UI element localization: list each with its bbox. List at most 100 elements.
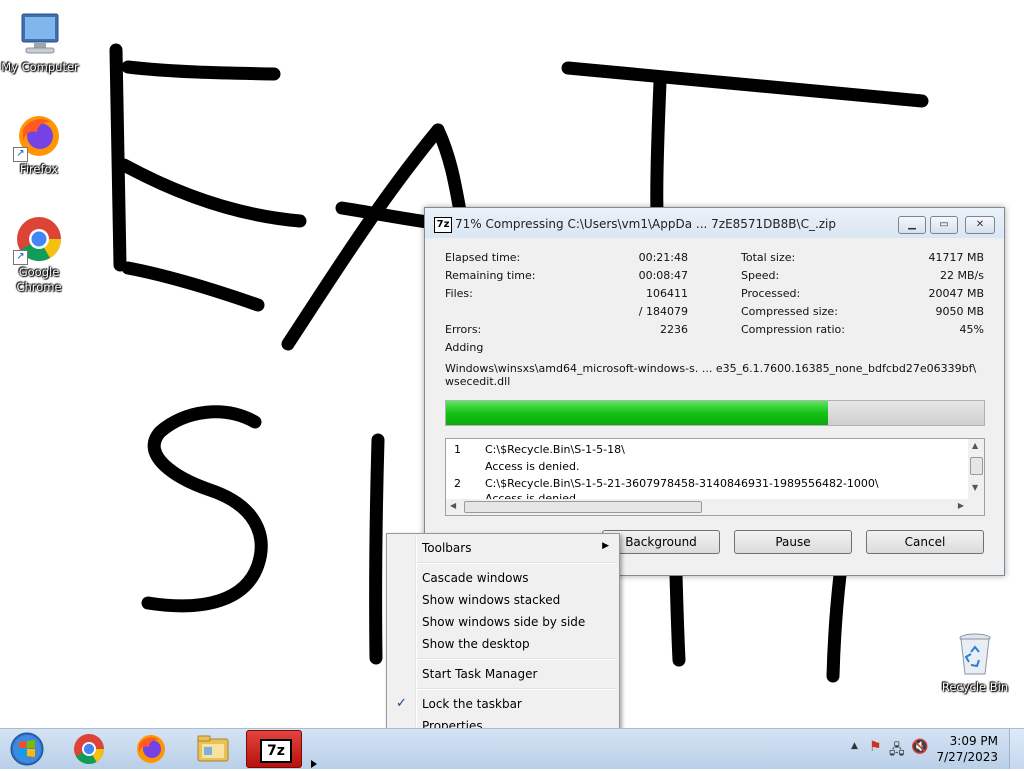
processed-label: Processed: <box>741 287 801 300</box>
horizontal-scrollbar[interactable]: ◀ ▶ <box>446 499 984 515</box>
menu-item-lock-the-taskbar[interactable]: ✓ Lock the taskbar <box>389 693 617 715</box>
operation-label: Adding <box>445 341 484 354</box>
errors-value: 2236 <box>660 323 688 336</box>
start-button[interactable] <box>6 730 48 768</box>
action-center-flag-icon[interactable]: ⚑ <box>869 739 882 755</box>
desktop-icon-my-computer[interactable]: My Computer <box>1 10 79 75</box>
menu-item-label: Cascade windows <box>422 571 529 585</box>
7zip-icon: 7z <box>434 217 452 233</box>
chrome-icon: ↗ <box>13 215 63 265</box>
menu-item-label: Toolbars <box>422 541 472 555</box>
menu-item-label: Show windows side by side <box>422 615 586 629</box>
system-tray[interactable]: ▲ ⚑ 🖧 🔇 3:09 PM 7/27/2023 <box>839 729 1024 769</box>
firefox-icon <box>137 735 165 763</box>
vertical-scrollbar[interactable]: ▲ ▼ <box>968 439 984 499</box>
checkmark-icon: ✓ <box>396 696 407 711</box>
show-hidden-icons-icon[interactable]: ▲ <box>851 741 858 751</box>
current-file-path: Windows\winsxs\amd64_microsoft-windows-s… <box>445 362 977 375</box>
elapsed-time-value: 00:21:48 <box>638 251 688 264</box>
taskbar-app-firefox[interactable] <box>124 730 178 768</box>
scroll-right-arrow-icon[interactable]: ▶ <box>958 501 964 510</box>
scrollbar-thumb[interactable] <box>970 457 983 475</box>
error-log-list[interactable]: 1 C:\$Recycle.Bin\S-1-5-18\ Access is de… <box>445 438 985 516</box>
windows-logo-icon <box>10 732 44 766</box>
menu-item-label: Show windows stacked <box>422 593 561 607</box>
mouse-cursor-icon <box>311 760 317 768</box>
menu-item-show-the-desktop[interactable]: Show the desktop <box>389 633 617 655</box>
compression-ratio-label: Compression ratio: <box>741 323 845 336</box>
menu-item-label: Show the desktop <box>422 637 530 651</box>
pause-button[interactable]: Pause <box>734 530 852 554</box>
elapsed-time-label: Elapsed time: <box>445 251 521 264</box>
progress-bar-fill <box>446 401 828 425</box>
window-title: 71% Compressing C:\Users\vm1\AppDa ... 7… <box>455 217 837 231</box>
shortcut-arrow-icon: ↗ <box>13 250 28 265</box>
clock-time[interactable]: 3:09 PM <box>950 734 998 748</box>
close-button[interactable]: ✕ <box>965 216 995 234</box>
files-label: Files: <box>445 287 473 300</box>
menu-item-start-task-manager[interactable]: Start Task Manager <box>389 663 617 685</box>
menu-item-label: Lock the taskbar <box>422 697 522 711</box>
desktop-icon-recycle-bin[interactable]: Recycle Bin <box>936 630 1014 695</box>
minimize-button[interactable]: ▁ <box>898 216 926 234</box>
title-bar[interactable]: 7z 71% Compressing C:\Users\vm1\AppDa ..… <box>425 208 1004 238</box>
compression-ratio-value: 45% <box>959 323 984 336</box>
errors-label: Errors: <box>445 323 482 336</box>
desktop-icon-label: Recycle Bin <box>941 680 1009 694</box>
show-desktop-button[interactable] <box>1009 729 1024 769</box>
taskbar-app-chrome[interactable] <box>62 730 116 768</box>
log-row-number: 1 <box>454 443 461 456</box>
menu-item-show-windows-side-by-side[interactable]: Show windows side by side <box>389 611 617 633</box>
menu-separator <box>417 658 617 660</box>
progress-bar <box>445 400 985 426</box>
chrome-icon <box>74 734 104 765</box>
current-file-name: wsecedit.dll <box>445 375 511 388</box>
desktop-icon-label: Firefox <box>19 162 59 176</box>
7zip-progress-window[interactable]: 7z 71% Compressing C:\Users\vm1\AppDa ..… <box>424 207 1005 576</box>
remaining-time-label: Remaining time: <box>445 269 536 282</box>
scrollbar-thumb[interactable] <box>464 501 702 513</box>
total-size-value: 41717 MB <box>928 251 984 264</box>
clock-date[interactable]: 7/27/2023 <box>936 750 998 764</box>
network-icon[interactable]: 🖧 <box>889 739 905 763</box>
speed-label: Speed: <box>741 269 780 282</box>
log-row-path: C:\$Recycle.Bin\S-1-5-21-3607978458-3140… <box>485 477 879 490</box>
cancel-button[interactable]: Cancel <box>866 530 984 554</box>
7zip-icon: 7z <box>260 739 292 763</box>
shortcut-arrow-icon: ↗ <box>13 147 28 162</box>
menu-item-show-windows-stacked[interactable]: Show windows stacked <box>389 589 617 611</box>
log-row-message: Access is denied. <box>485 460 580 473</box>
file-explorer-icon <box>197 735 229 762</box>
taskbar-app-file-explorer[interactable] <box>186 730 240 768</box>
menu-separator <box>417 562 617 564</box>
files-value: 106411 <box>646 287 688 300</box>
compressed-size-value: 9050 MB <box>935 305 984 318</box>
processed-value: 20047 MB <box>928 287 984 300</box>
total-size-label: Total size: <box>741 251 796 264</box>
log-row-path: C:\$Recycle.Bin\S-1-5-18\ <box>485 443 625 456</box>
menu-item-label: Start Task Manager <box>422 667 538 681</box>
desktop-icon-firefox[interactable]: ↗ Firefox <box>0 112 78 177</box>
desktop-icon-label: My Computer <box>1 60 79 74</box>
menu-item-toolbars[interactable]: Toolbars ▶ <box>389 537 617 559</box>
computer-icon <box>16 10 64 58</box>
taskbar[interactable]: 7z ▲ ⚑ 🖧 🔇 3:09 PM 7/27/2023 <box>0 728 1024 769</box>
taskbar-app-7zip[interactable]: 7z <box>246 730 302 768</box>
maximize-button[interactable]: ▭ <box>930 216 958 234</box>
firefox-icon: ↗ <box>13 112 63 162</box>
recycle-bin-icon <box>951 630 999 678</box>
submenu-arrow-icon: ▶ <box>602 541 609 551</box>
remaining-time-value: 00:08:47 <box>638 269 688 282</box>
scroll-down-arrow-icon[interactable]: ▼ <box>972 483 978 492</box>
speed-value: 22 MB/s <box>940 269 984 282</box>
menu-separator <box>417 688 617 690</box>
scroll-left-arrow-icon[interactable]: ◀ <box>450 501 456 510</box>
scroll-up-arrow-icon[interactable]: ▲ <box>972 441 978 450</box>
speaker-muted-icon[interactable]: 🔇 <box>911 739 928 755</box>
desktop-icon-google-chrome[interactable]: ↗ Google Chrome <box>0 215 78 295</box>
menu-item-cascade-windows[interactable]: Cascade windows <box>389 567 617 589</box>
files-total-value: / 184079 <box>638 305 688 318</box>
taskbar-context-menu[interactable]: Toolbars ▶ Cascade windows Show windows … <box>386 533 620 740</box>
desktop-icon-label: Google Chrome <box>16 265 62 294</box>
compressed-size-label: Compressed size: <box>741 305 838 318</box>
